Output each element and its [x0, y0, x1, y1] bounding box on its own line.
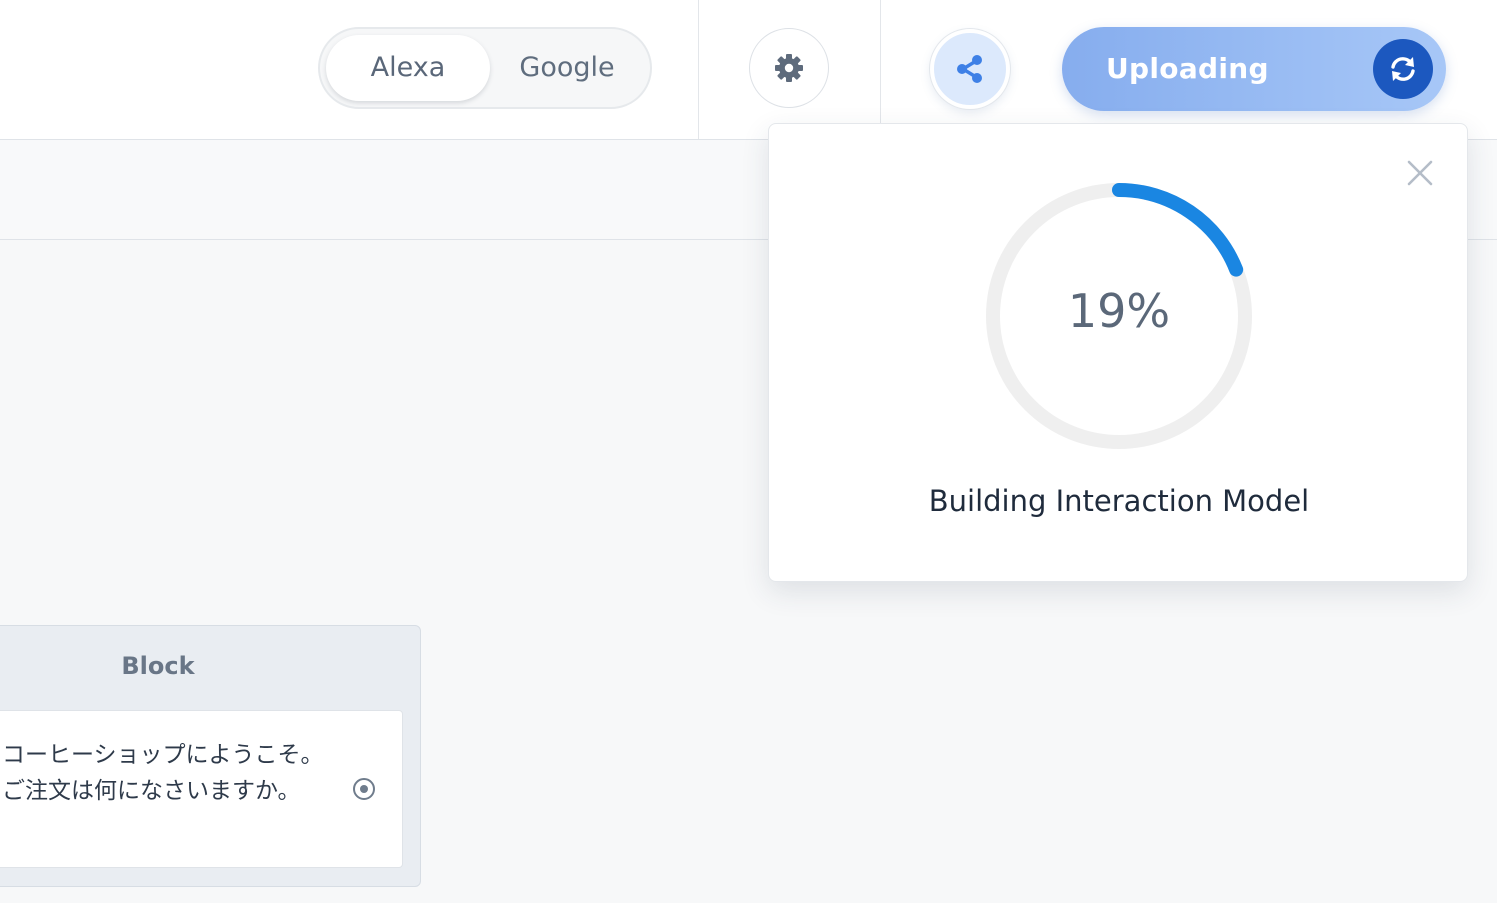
radio-target-icon[interactable]	[352, 777, 376, 801]
share-button[interactable]	[930, 29, 1010, 109]
block-card[interactable]: Block コーヒーショップにようこそ。ご注文は何になさいますか。	[0, 625, 421, 887]
progress-arc	[1112, 183, 1244, 277]
upload-progress-popover: 19% Building Interaction Model	[768, 123, 1468, 582]
platform-toggle: Alexa Google	[318, 27, 652, 109]
progress-percent: 19%	[1067, 284, 1171, 338]
platform-option-google[interactable]: Google	[492, 35, 642, 101]
top-toolbar: Alexa Google Uploading	[0, 0, 1497, 140]
progress-caption: Building Interaction Model	[928, 484, 1310, 518]
upload-label: Uploading	[1106, 52, 1269, 85]
block-body[interactable]: コーヒーショップにようこそ。ご注文は何になさいますか。	[0, 710, 403, 868]
sync-icon	[1373, 39, 1433, 99]
share-icon	[957, 55, 982, 83]
upload-button[interactable]: Uploading	[1062, 27, 1446, 111]
gear-icon	[775, 54, 803, 82]
platform-option-alexa[interactable]: Alexa	[326, 35, 490, 101]
toolbar-divider	[698, 0, 699, 139]
settings-button[interactable]	[749, 28, 829, 108]
block-title: Block	[121, 652, 195, 680]
close-icon[interactable]	[1403, 156, 1437, 190]
toolbar-divider	[880, 0, 881, 139]
block-speech-text: コーヒーショップにようこそ。ご注文は何になさいますか。	[2, 742, 324, 804]
